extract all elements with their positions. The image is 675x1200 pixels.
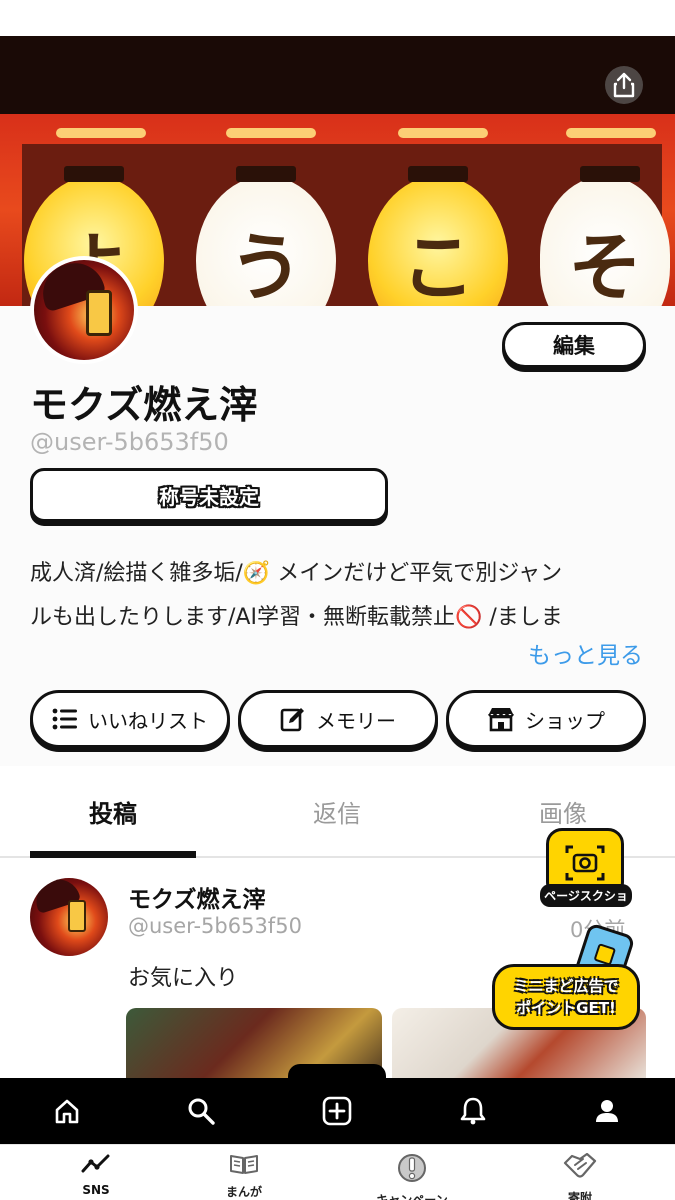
- share-icon: [613, 72, 635, 98]
- likes-list-button[interactable]: いいねリスト: [30, 690, 230, 748]
- banner-light: [566, 128, 656, 138]
- post-avatar[interactable]: [30, 878, 108, 956]
- search-button[interactable]: [166, 1078, 236, 1144]
- edit-note-icon: [280, 708, 304, 732]
- share-button[interactable]: [605, 66, 643, 104]
- avatar[interactable]: [30, 256, 138, 364]
- app-tab-label: SNS: [82, 1183, 110, 1197]
- profile-bio: 成人済/絵描く雑多垢/🧭 メインだけど平気で別ジャン ルも出したりします/AI学…: [30, 552, 650, 640]
- bio-line: 成人済/絵描く雑多垢/🧭 メインだけど平気で別ジャン: [30, 561, 563, 586]
- app-tab-bar: SNS まんが キャンペーン 寄附: [0, 1144, 675, 1200]
- shop-icon: [487, 708, 515, 732]
- app-tab-sns[interactable]: SNS: [36, 1153, 156, 1197]
- ad-text-line2: ポイントGET!: [516, 999, 616, 1017]
- exclamation-icon: [398, 1154, 426, 1182]
- screenshot-button-label: ページスクショ: [540, 884, 632, 907]
- home-icon: [55, 1099, 79, 1124]
- list-icon: [52, 708, 77, 730]
- page-screenshot-button[interactable]: ページスクショ: [540, 828, 632, 914]
- tab-posts[interactable]: 投稿: [30, 794, 196, 829]
- memory-label: メモリー: [316, 708, 396, 733]
- search-icon: [188, 1098, 215, 1125]
- title-badge-label: 称号未設定: [159, 484, 259, 509]
- banner-light: [398, 128, 488, 138]
- edit-profile-button[interactable]: 編集: [502, 322, 646, 368]
- ad-bubble: ミニまど広告で ポイントGET!: [492, 964, 640, 1030]
- ad-text-line1: ミニまど広告で: [513, 977, 619, 995]
- heart-hands-icon: [563, 1152, 597, 1178]
- shop-label: ショップ: [525, 708, 605, 733]
- post-text: お気に入り: [128, 966, 239, 991]
- book-icon: [230, 1155, 258, 1174]
- user-handle: @user-5b653f50: [30, 428, 229, 456]
- show-more-link[interactable]: もっと見る: [528, 636, 643, 670]
- post-author-name: モクズ燃え滓: [128, 887, 266, 913]
- app-tab-label: まんが: [225, 1185, 262, 1199]
- active-tab-indicator: [30, 851, 196, 858]
- banner-light: [56, 128, 146, 138]
- bell-icon: [460, 1097, 486, 1125]
- post-author-handle: @user-5b653f50: [128, 914, 302, 938]
- home-button[interactable]: [32, 1078, 102, 1144]
- notifications-button[interactable]: [438, 1078, 508, 1144]
- bottom-toolbar: [0, 1064, 675, 1144]
- user-icon: [596, 1100, 618, 1122]
- bio-line: ルも出したりします/AI学習・無断転載禁止🚫 /ましま: [30, 605, 563, 630]
- lantern-char: こ: [401, 224, 475, 307]
- app-tab-campaign[interactable]: キャンペーン: [352, 1153, 472, 1200]
- title-badge-button[interactable]: 称号未設定: [30, 468, 388, 522]
- tab-images[interactable]: 画像: [480, 794, 646, 829]
- edit-profile-label: 編集: [553, 334, 595, 358]
- trend-icon: [81, 1154, 110, 1173]
- app-tab-donation[interactable]: 寄附: [520, 1152, 640, 1200]
- camera-icon: [565, 845, 605, 881]
- plus-square-icon: [322, 1096, 352, 1126]
- likes-list-label: いいねリスト: [88, 708, 208, 733]
- lantern-char: う: [229, 224, 303, 307]
- banner-light: [226, 128, 316, 138]
- mini-ad-point-button[interactable]: ミニまど広告で ポイントGET!: [492, 922, 642, 1034]
- create-post-button[interactable]: [302, 1078, 372, 1144]
- display-name: モクズ燃え滓: [30, 383, 258, 427]
- lantern-char: そ: [568, 224, 642, 307]
- shop-button[interactable]: ショップ: [446, 690, 646, 748]
- app-tab-label: キャンペーン: [376, 1193, 448, 1200]
- app-tab-label: 寄附: [567, 1191, 592, 1200]
- tab-replies[interactable]: 返信: [254, 794, 420, 829]
- my-profile-button[interactable]: [572, 1078, 642, 1144]
- memory-button[interactable]: メモリー: [238, 690, 438, 748]
- app-tab-manga[interactable]: まんが: [184, 1153, 304, 1200]
